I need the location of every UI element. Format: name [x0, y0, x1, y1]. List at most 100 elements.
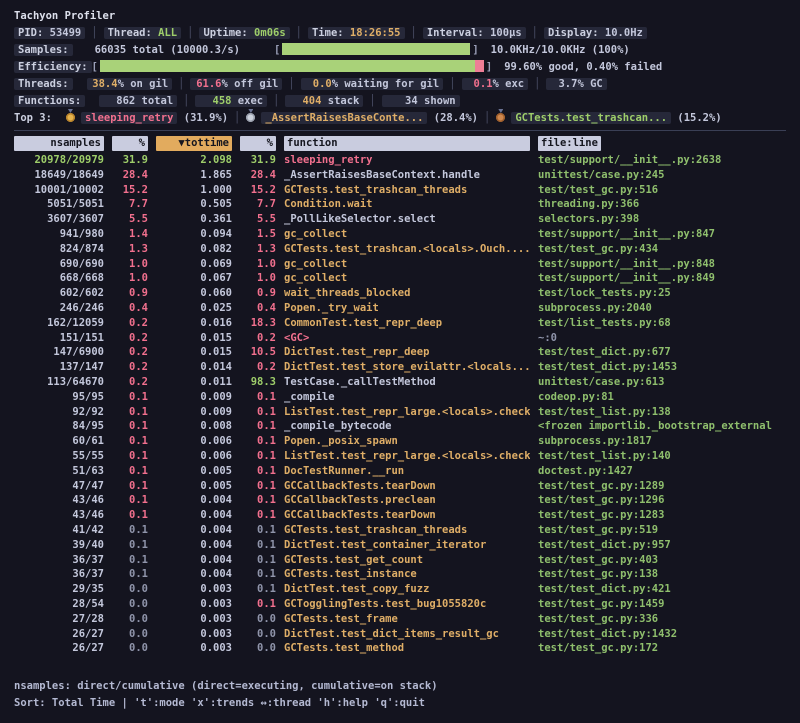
cell-pct1: 1.0 [112, 271, 148, 286]
table-row: 55/550.10.0060.1ListTest.test_repr_large… [0, 449, 800, 464]
cell-function: GCTests.test_trashcan_threads [284, 183, 530, 198]
cell-nsamples: 27/28 [14, 612, 104, 627]
table-row: 29/350.00.0030.1DictTest.test_copy_fuzzt… [0, 582, 800, 597]
cell-pct1: 0.0 [112, 627, 148, 642]
cell-function: ListTest.test_repr_large.<locals>.check [284, 405, 530, 420]
cell-pct2: 0.1 [240, 523, 276, 538]
cell-file: test/list_tests.py:68 [538, 316, 786, 331]
separator: │ [484, 112, 490, 124]
cell-tottime: 0.005 [156, 464, 232, 479]
separator: │ [296, 27, 302, 39]
samples-total: 66035 total (10000.3/s) [95, 44, 240, 56]
cell-pct1: 0.1 [112, 464, 148, 479]
cell-tottime: 0.003 [156, 641, 232, 656]
cell-pct2: 0.9 [240, 286, 276, 301]
top3-name-1: sleeping_retry [81, 112, 178, 124]
bronze-medal-icon [496, 113, 505, 122]
cell-file: subprocess.py:2040 [538, 301, 786, 316]
cell-nsamples: 28/54 [14, 597, 104, 612]
column-header-percent-direct[interactable]: % [112, 136, 148, 152]
app-title: Tachyon Profiler [14, 8, 786, 25]
separator: │ [273, 95, 279, 107]
cell-file: test/test_gc.py:1283 [538, 508, 786, 523]
top3-pct-2: (28.4%) [434, 112, 478, 124]
separator: │ [234, 112, 240, 124]
cell-pct1: 0.1 [112, 553, 148, 568]
column-header-function[interactable]: function [284, 136, 530, 152]
cell-tottime: 0.014 [156, 360, 232, 375]
cell-file: test/support/__init__.py:848 [538, 257, 786, 272]
cell-tottime: 0.094 [156, 227, 232, 242]
table-row: 36/370.10.0040.1GCTests.test_instancetes… [0, 567, 800, 582]
cell-pct1: 1.0 [112, 257, 148, 272]
cell-function: Popen._try_wait [284, 301, 530, 316]
cell-function: GCCallbackTests.tearDown [284, 508, 530, 523]
cell-pct2: 0.1 [240, 493, 276, 508]
cell-function: DictTest.test_container_iterator [284, 538, 530, 553]
cell-nsamples: 941/980 [14, 227, 104, 242]
top3-entry-3: GCTests.test_trashcan... (15.2%) [496, 112, 721, 124]
table-row: 27/280.00.0030.0GCTests.test_frametest/t… [0, 612, 800, 627]
cell-tottime: 1.000 [156, 183, 232, 198]
cell-nsamples: 41/42 [14, 523, 104, 538]
threads-off-gil: 61.6% off gil [190, 78, 282, 90]
table-row: 602/6020.90.0600.9wait_threads_blockedte… [0, 286, 800, 301]
uptime-field: Uptime: 0m06s [199, 27, 289, 39]
column-header-percent-cumulative[interactable]: % [240, 136, 276, 152]
cell-pct2: 0.4 [240, 301, 276, 316]
cell-pct2: 0.1 [240, 434, 276, 449]
top3-pct-3: (15.2%) [677, 112, 721, 124]
threads-gc: 3.7% GC [546, 78, 606, 90]
cell-file: threading.py:366 [538, 197, 786, 212]
table-row: 941/9801.40.0941.5gc_collecttest/support… [0, 227, 800, 242]
threads-exc: 0.1% exc [462, 78, 529, 90]
cell-file: test/test_gc.py:1459 [538, 597, 786, 612]
table-row: 26/270.00.0030.0GCTests.test_methodtest/… [0, 641, 800, 656]
cell-tottime: 0.003 [156, 612, 232, 627]
cell-tottime: 0.015 [156, 331, 232, 346]
cell-pct2: 7.7 [240, 197, 276, 212]
cell-file: test/support/__init__.py:849 [538, 271, 786, 286]
column-header-file-line[interactable]: file:line [538, 136, 786, 152]
cell-pct1: 0.1 [112, 567, 148, 582]
column-header-tottime-sorted[interactable]: ▼tottime [156, 136, 232, 152]
cell-pct2: 0.1 [240, 582, 276, 597]
cell-pct2: 0.2 [240, 360, 276, 375]
separator: │ [369, 95, 375, 107]
thread-field[interactable]: Thread: ALL [104, 27, 182, 39]
cell-function: GCTests.test_method [284, 641, 530, 656]
cell-file: unittest/case.py:245 [538, 168, 786, 183]
cell-tottime: 0.003 [156, 627, 232, 642]
cell-nsamples: 690/690 [14, 257, 104, 272]
interval-field: Interval: 100µs [423, 27, 526, 39]
cell-nsamples: 137/147 [14, 360, 104, 375]
samples-bar [282, 43, 470, 55]
cell-tottime: 0.003 [156, 597, 232, 612]
efficiency-bar-failed-segment [475, 60, 484, 72]
efficiency-label: Efficiency: [14, 61, 92, 73]
cell-nsamples: 113/64670 [14, 375, 104, 390]
cell-pct1: 0.1 [112, 538, 148, 553]
cell-tottime: 0.060 [156, 286, 232, 301]
interval-value: 100µs [490, 27, 522, 39]
cell-function: GCTogglingTests.test_bug1055820c [284, 597, 530, 612]
cell-file: selectors.py:398 [538, 212, 786, 227]
column-header-nsamples[interactable]: nsamples [14, 136, 104, 152]
cell-function: _compile [284, 390, 530, 405]
cell-file: test/test_dict.py:677 [538, 345, 786, 360]
separator: │ [288, 78, 294, 90]
separator: │ [178, 78, 184, 90]
cell-pct1: 5.5 [112, 212, 148, 227]
cell-file: <frozen importlib._bootstrap_external [538, 419, 786, 434]
top3-name-3: GCTests.test_trashcan... [511, 112, 671, 124]
cell-tottime: 2.098 [156, 153, 232, 168]
cell-file: test/test_gc.py:434 [538, 242, 786, 257]
cell-nsamples: 147/6900 [14, 345, 104, 360]
cell-pct2: 10.5 [240, 345, 276, 360]
cell-function: GCTests.test_frame [284, 612, 530, 627]
cell-tottime: 0.004 [156, 538, 232, 553]
cell-function: DictTest.test_copy_fuzz [284, 582, 530, 597]
table-row: 137/1470.20.0140.2DictTest.test_store_ev… [0, 360, 800, 375]
cell-file: unittest/case.py:613 [538, 375, 786, 390]
time-field: Time: 18:26:55 [308, 27, 405, 39]
